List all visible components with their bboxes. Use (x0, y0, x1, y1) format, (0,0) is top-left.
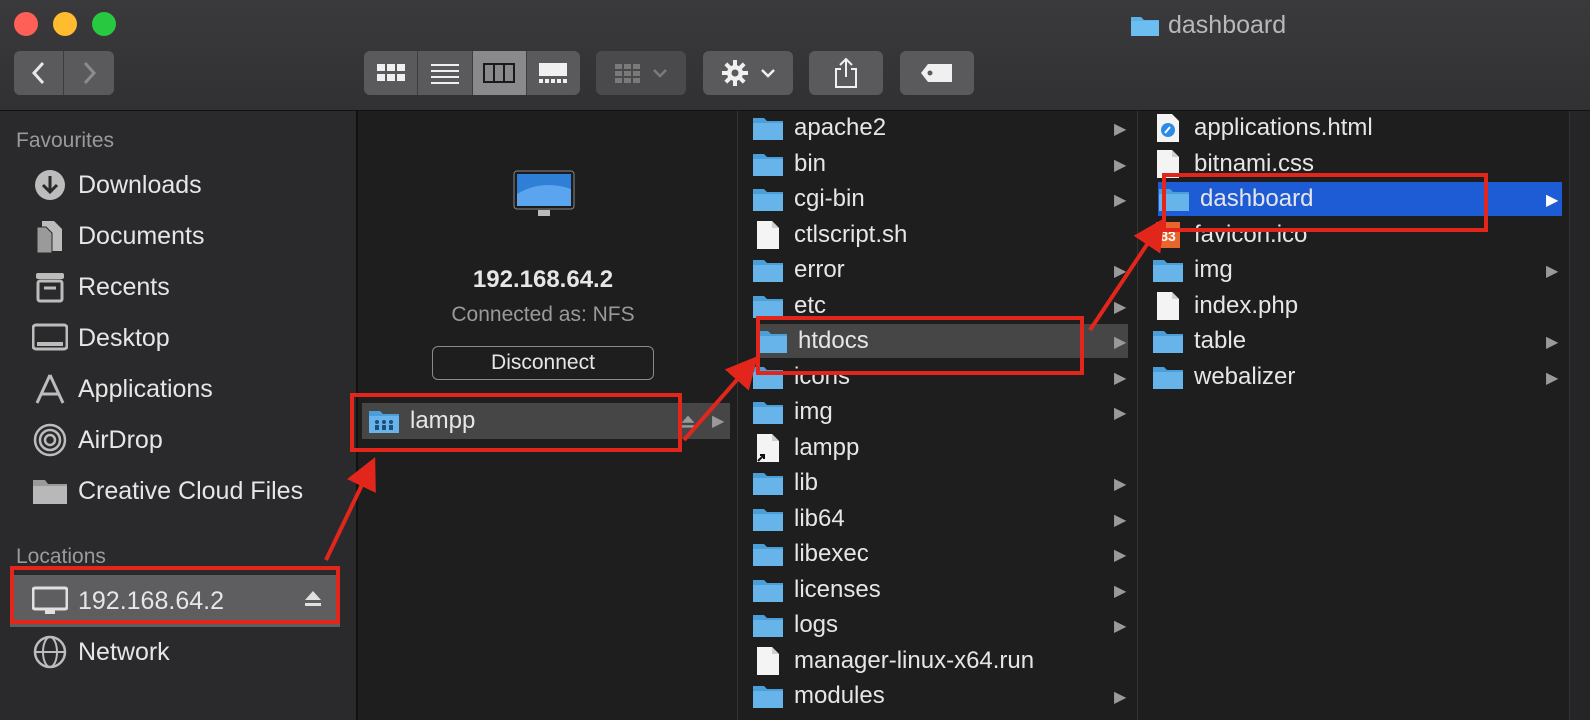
arrow-to-dashboard (1088, 218, 1165, 332)
annotation-arrows (324, 218, 1165, 561)
arrow-to-lampp (324, 457, 376, 561)
arrow-to-htdocs (682, 355, 758, 442)
